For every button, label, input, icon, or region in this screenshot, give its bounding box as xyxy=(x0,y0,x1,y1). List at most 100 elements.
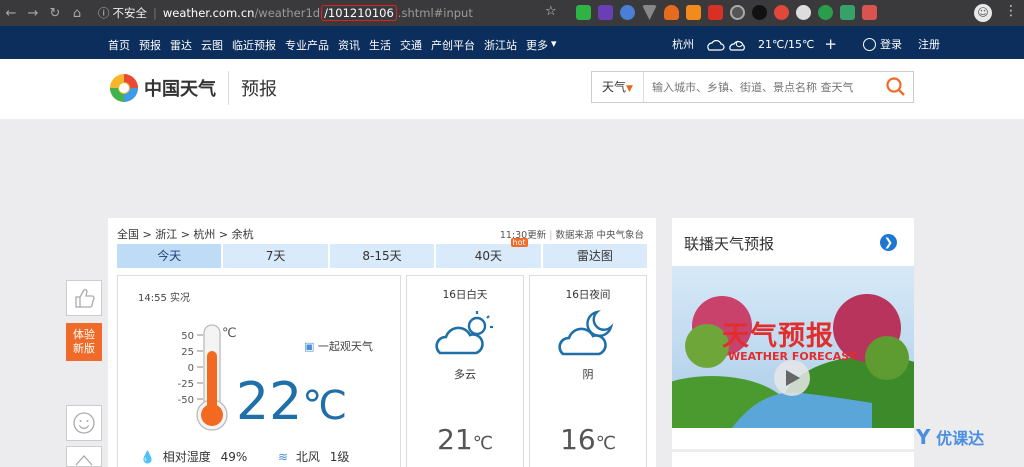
try-new-version-button[interactable]: 体验 新版 xyxy=(66,323,102,361)
extension-icon[interactable] xyxy=(774,5,789,20)
humidity-value: 49% xyxy=(220,450,248,464)
right-panel-secondary xyxy=(672,452,914,467)
reload-icon[interactable]: ↻ xyxy=(44,6,66,21)
nav-link[interactable]: 资讯 xyxy=(338,37,360,53)
nighttime-desc: 阴 xyxy=(582,368,594,381)
like-button[interactable] xyxy=(66,280,102,316)
nighttime-card: 16日夜间 阴 16℃ xyxy=(529,275,647,467)
scale-tick-label: -25 xyxy=(177,379,194,390)
nav-link[interactable]: 云图 xyxy=(201,37,223,53)
extension-icon[interactable] xyxy=(818,5,833,20)
caret-down-icon: ▾ xyxy=(551,37,557,50)
nav-link[interactable]: 预报 xyxy=(139,37,161,53)
nav-link[interactable]: 临近预报 xyxy=(232,37,276,53)
extension-icon[interactable] xyxy=(840,5,855,20)
code-icon[interactable] xyxy=(862,5,877,20)
video-thumbnail[interactable]: 天气预报 WEATHER FORECAST xyxy=(672,266,914,428)
video-panel-title: 联播天气预报 xyxy=(684,235,775,253)
feedback-button[interactable] xyxy=(66,405,102,441)
extension-icon[interactable] xyxy=(796,5,811,20)
add-city-icon[interactable]: + xyxy=(824,35,837,53)
breadcrumb[interactable]: 全国 > 浙江 > 杭州 > 余杭 xyxy=(117,226,254,242)
url-highlight: /101210106 xyxy=(321,5,397,21)
nav-link[interactable]: 专业产品 xyxy=(285,37,329,53)
tab-4[interactable]: 雷达图 xyxy=(542,244,648,268)
caret-down-icon: ▼ xyxy=(626,84,633,94)
rss-icon[interactable] xyxy=(686,5,701,20)
address-bar[interactable]: ⓘ 不安全 | weather.com.cn /weather1d /10121… xyxy=(92,3,512,23)
scale-unit: ℃ xyxy=(222,326,237,341)
extension-icon[interactable] xyxy=(576,5,591,20)
security-label: 不安全 xyxy=(112,6,148,20)
extension-icon[interactable] xyxy=(730,5,745,20)
extension-icon[interactable] xyxy=(642,5,657,20)
tab-0[interactable]: 今天 xyxy=(117,244,222,268)
daytime-card: 16日白天 多云 21℃ xyxy=(406,275,524,467)
nav-link[interactable]: 产创平台 xyxy=(431,37,475,53)
url-suffix: .shtml#input xyxy=(397,6,473,20)
tab-label: 今天 xyxy=(157,249,182,263)
extension-icon[interactable] xyxy=(708,5,723,20)
watch-together-link[interactable]: ▣ 一起观天气 xyxy=(304,338,373,354)
city-search: 天气▼ xyxy=(591,71,914,103)
nav-link[interactable]: 交通 xyxy=(400,37,422,53)
wind-level: 1级 xyxy=(329,450,350,464)
extension-icon[interactable] xyxy=(752,5,767,20)
nav-link[interactable]: 生活 xyxy=(369,37,391,53)
watermark-logo-icon: Y xyxy=(916,425,931,449)
back-icon[interactable]: ← xyxy=(0,6,22,21)
current-temperature: 22℃ xyxy=(236,372,347,432)
extension-icon[interactable] xyxy=(664,5,679,20)
cloudy-night-icon xyxy=(558,309,614,356)
nav-city[interactable]: 杭州 xyxy=(672,36,694,52)
scale-tick-label: 0 xyxy=(187,363,194,374)
scale-tick-label: 25 xyxy=(181,347,194,358)
trial-line-1: 体验 xyxy=(73,328,95,341)
tab-3[interactable]: 40天 hot xyxy=(436,238,541,268)
site-logo[interactable]: 中国天气 预报 xyxy=(108,71,277,105)
user-icon xyxy=(863,37,876,51)
trial-line-2: 新版 xyxy=(73,342,95,355)
temperature-scale: 50 25 0 -25 -50 xyxy=(168,329,194,409)
header-divider xyxy=(228,71,229,105)
nav-link[interactable]: 浙江站 xyxy=(484,37,517,53)
chevron-right-icon[interactable]: ❯ xyxy=(880,234,897,251)
tab-2[interactable]: 8-15天 xyxy=(329,244,435,268)
nighttime-temp-unit: ℃ xyxy=(595,433,616,454)
register-link[interactable]: 注册 xyxy=(918,36,940,52)
menu-kebab-icon[interactable]: ⋮ xyxy=(1004,3,1018,19)
login-link[interactable]: 登录 xyxy=(863,36,902,52)
bookmark-star-icon[interactable]: ☆ xyxy=(545,4,557,19)
top-navigation: 首页 预报 雷达 云图 临近预报 专业产品 资讯 生活 交通 产创平台 浙江站 更多 ▾ 杭州 21℃/… xyxy=(0,26,1024,59)
forward-icon[interactable]: → xyxy=(22,6,44,21)
search-input[interactable] xyxy=(644,80,885,94)
forecast-panel: 全国 > 浙江 > 杭州 > 余杭 11:30更新 | 数据来源 中央气象台 今… xyxy=(108,218,656,467)
nav-link[interactable]: 雷达 xyxy=(170,37,192,53)
tab-label: 40天 xyxy=(474,249,503,263)
nav-link[interactable]: 首页 xyxy=(108,37,130,53)
smiley-icon xyxy=(73,412,95,434)
extension-icon[interactable] xyxy=(620,5,635,20)
home-icon[interactable]: ⌂ xyxy=(66,6,88,21)
hot-badge: hot xyxy=(510,238,528,247)
scale-tick-label: 50 xyxy=(181,331,194,342)
login-label: 登录 xyxy=(880,38,902,51)
url-host: weather.com.cn xyxy=(162,6,255,20)
tab-1[interactable]: 7天 xyxy=(223,244,328,268)
section-title: 预报 xyxy=(241,79,277,100)
watermark: Y 优课达 xyxy=(916,425,984,449)
search-icon[interactable] xyxy=(885,76,907,98)
weather-small-icon xyxy=(707,40,745,51)
current-conditions-card: 14:55 实况 50 25 0 -25 -50 ℃ ▣ 一起观天气 22℃ 💧 相对湿… xyxy=(117,275,401,467)
profile-avatar-icon[interactable]: ☺ xyxy=(974,4,992,22)
back-to-top-button[interactable] xyxy=(66,446,102,467)
extension-icon[interactable] xyxy=(598,5,613,20)
tab-label: 7天 xyxy=(265,249,286,263)
nav-link[interactable]: 更多 xyxy=(526,37,548,53)
extensions-bar xyxy=(576,5,877,20)
search-type-select[interactable]: 天气▼ xyxy=(592,72,644,102)
humidity: 💧 相对湿度 49% xyxy=(140,448,247,465)
nav-links: 首页 预报 雷达 云图 临近预报 专业产品 资讯 生活 交通 产创平台 浙江站 更多 ▾ xyxy=(108,37,557,53)
video-title-cn: 天气预报 xyxy=(722,321,834,352)
info-icon[interactable]: ⓘ xyxy=(98,5,110,21)
